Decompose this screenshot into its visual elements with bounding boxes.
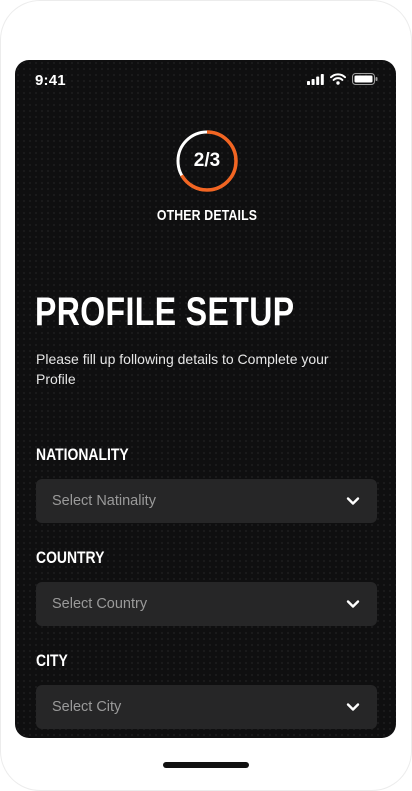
step-title: OTHER DETAILS (156, 207, 258, 224)
page-subtitle: Please fill up following details to Comp… (36, 351, 329, 387)
chevron-down-icon (346, 600, 360, 608)
city-label: CITY (36, 651, 68, 670)
chevron-down-icon (346, 703, 360, 711)
status-icons (307, 73, 378, 85)
country-select[interactable]: Select Country (36, 582, 377, 626)
nationality-select[interactable]: Select Natinality (36, 479, 377, 523)
city-select[interactable]: Select City (36, 685, 377, 729)
status-bar: 9:41 (15, 60, 396, 100)
country-label: COUNTRY (36, 548, 105, 567)
country-placeholder: Select Country (52, 596, 148, 612)
battery-icon (352, 73, 378, 85)
nationality-placeholder: Select Natinality (52, 493, 156, 509)
device-frame: 9:41 2/3 OTHER DETAILS PROFILE SETUP Ple… (0, 0, 412, 791)
nationality-label: NATIONALITY (36, 445, 129, 464)
status-time: 9:41 (35, 72, 66, 89)
page-title: PROFILE SETUP (35, 290, 295, 334)
wifi-icon (330, 73, 346, 85)
city-placeholder: Select City (52, 699, 122, 715)
app-screen: 9:41 2/3 OTHER DETAILS PROFILE SETUP Ple… (15, 60, 396, 738)
home-indicator[interactable] (163, 762, 249, 768)
cellular-signal-icon (307, 73, 324, 85)
step-progress-label: 2/3 (193, 150, 221, 171)
chevron-down-icon (346, 497, 360, 505)
